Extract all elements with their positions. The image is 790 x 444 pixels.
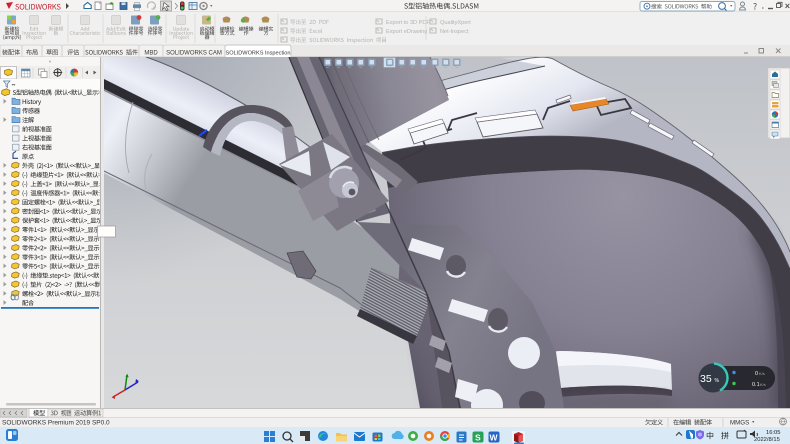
svg-text:SOLIDWORKS Premium 2019 SP0.0: SOLIDWORKS Premium 2019 SP0.0 xyxy=(2,420,110,427)
svg-text:16:05: 16:05 xyxy=(766,430,781,436)
svg-text:SOLIDWORKS Inspection: SOLIDWORKS Inspection xyxy=(226,51,291,57)
svg-text:SOLIDWORKS CAM: SOLIDWORKS CAM xyxy=(166,51,222,57)
svg-text:W: W xyxy=(490,433,499,443)
svg-text:QualityXpert: QualityXpert xyxy=(440,20,471,26)
svg-text:Net-Inspect: Net-Inspect xyxy=(440,29,469,35)
svg-text:2022/8/15: 2022/8/15 xyxy=(754,437,780,443)
svg-text:Export eDrawing: Export eDrawing xyxy=(386,29,427,35)
svg-text:MMGS: MMGS xyxy=(730,420,749,427)
svg-text:MBD: MBD xyxy=(144,51,158,57)
svg-text:S: S xyxy=(475,433,481,443)
svg-text:Export to 3D PDF: Export to 3D PDF xyxy=(386,20,430,26)
